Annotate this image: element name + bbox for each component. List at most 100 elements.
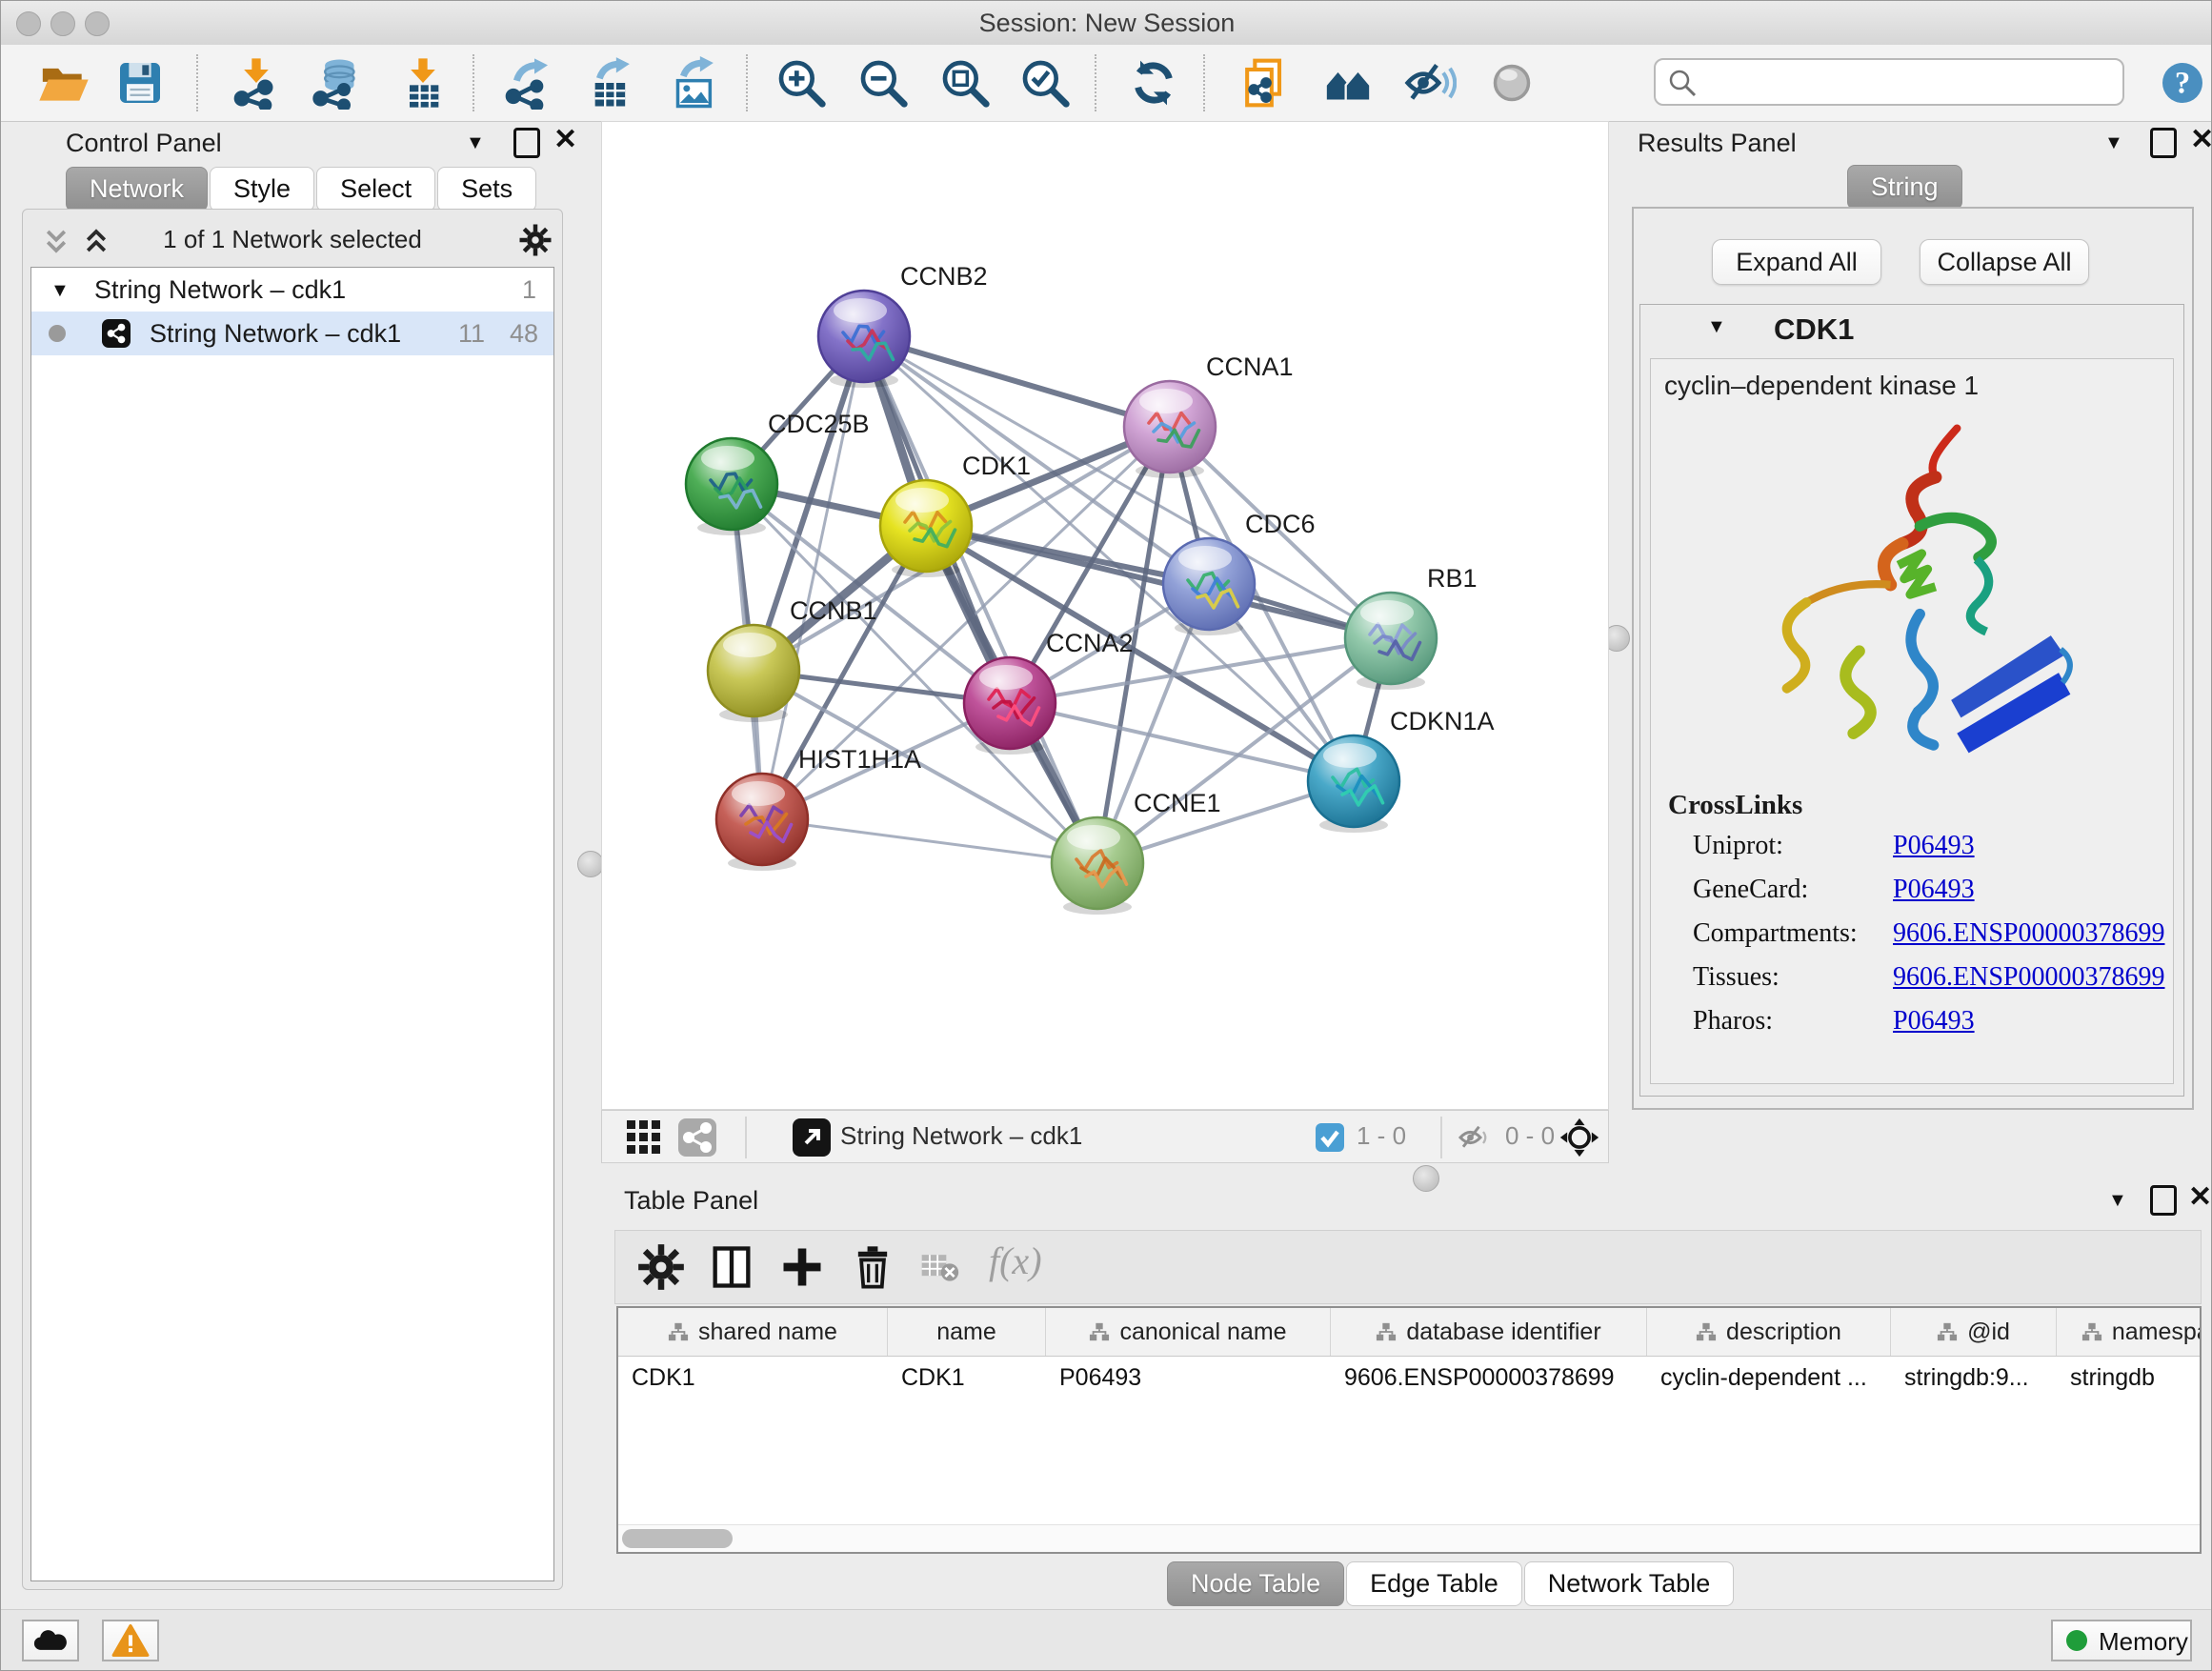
create-column-plus-icon[interactable] [777, 1242, 827, 1292]
left-splitter-handle[interactable] [577, 851, 604, 877]
scrollbar-thumb[interactable] [622, 1529, 733, 1548]
network-selection-status: 1 of 1 Network selected [23, 225, 562, 254]
table-cell[interactable]: 9606.ENSP00000378699 [1331, 1356, 1647, 1399]
import-network-file-button[interactable] [230, 56, 283, 110]
crosslink-link[interactable]: P06493 [1893, 831, 1975, 860]
fit-selected-crosshair-icon[interactable] [1558, 1117, 1600, 1158]
results-panel-close-button[interactable]: ✕ [2190, 128, 2212, 152]
memory-button[interactable]: Memory [2051, 1620, 2192, 1661]
table-cell[interactable]: cyclin-dependent ... [1647, 1356, 1891, 1399]
tab-select[interactable]: Select [316, 167, 435, 211]
selected-node-edge-count: 1 - 0 [1357, 1121, 1406, 1151]
control-panel-title: Control Panel [66, 129, 222, 158]
control-panel-close-button[interactable]: ✕ [553, 128, 577, 152]
results-panel-title: Results Panel [1638, 129, 1797, 158]
delete-column-trash-icon[interactable] [848, 1242, 897, 1292]
warning-status-button[interactable] [102, 1620, 159, 1661]
column-header-namespac[interactable]: namespac [2057, 1308, 2202, 1356]
table-cell[interactable]: stringdb:9... [1891, 1356, 2057, 1399]
network-tree-item-row[interactable]: String Network – cdk1 11 48 [31, 312, 553, 355]
tree-collapse-caret[interactable]: ▼ [50, 269, 70, 312]
results-panel-float-button[interactable] [2150, 128, 2177, 158]
export-image-button[interactable] [668, 56, 721, 110]
column-header-canonical-name[interactable]: canonical name [1046, 1308, 1331, 1356]
crosslink-link[interactable]: 9606.ENSP00000378699 [1893, 918, 2164, 948]
entry-collapse-caret[interactable]: ▼ [1707, 316, 1726, 338]
search-field[interactable] [1654, 58, 2124, 106]
tab-string[interactable]: String [1847, 165, 1962, 210]
hide-selected-button[interactable] [1403, 56, 1457, 110]
selected-checkbox-icon[interactable] [1315, 1122, 1345, 1153]
window-title: Session: New Session [1, 9, 2212, 38]
table-horizontal-scrollbar[interactable] [618, 1524, 2200, 1552]
delete-table-icon[interactable] [918, 1242, 960, 1292]
crosslink-link[interactable]: 9606.ENSP00000378699 [1893, 962, 2164, 992]
column-header-database-identifier[interactable]: database identifier [1331, 1308, 1647, 1356]
export-table-button[interactable] [584, 56, 637, 110]
table-cell[interactable]: CDK1 [618, 1356, 888, 1399]
import-table-file-button[interactable] [396, 56, 450, 110]
function-builder-icon[interactable]: f(x) [989, 1238, 1042, 1283]
network-view-share-icon[interactable] [678, 1118, 716, 1157]
crosslink-row: Uniprot:P06493 [1668, 831, 2164, 875]
table-cell[interactable]: P06493 [1046, 1356, 1331, 1399]
column-header--id[interactable]: @id [1891, 1308, 2057, 1356]
table-cell[interactable]: CDK1 [888, 1356, 1046, 1399]
gene-entry-header[interactable]: ▼ CDK1 [1640, 305, 2183, 354]
duplicate-network-button[interactable] [1239, 56, 1293, 110]
tab-edge-table[interactable]: Edge Table [1346, 1561, 1522, 1606]
network-graph[interactable]: CCNB2CCNA1CDC25BCDK1CDC6RB1CCNB1CCNA2CDK… [602, 122, 1610, 1111]
table-panel-close-button[interactable]: ✕ [2188, 1185, 2212, 1210]
crosslinks-section: CrossLinks Uniprot:P06493GeneCard:P06493… [1668, 790, 2164, 1050]
results-panel-menu-caret[interactable]: ▼ [2104, 132, 2123, 154]
column-header-name[interactable]: name [888, 1308, 1046, 1356]
birdseye-view-icon[interactable] [793, 1118, 831, 1157]
cloud-icon [31, 1625, 70, 1654]
crosslink-label: Compartments: [1668, 918, 1893, 949]
first-neighbors-button[interactable] [1321, 56, 1375, 110]
help-button[interactable]: ? [2156, 56, 2209, 110]
network-tree-root-row[interactable]: ▼ String Network – cdk1 1 [31, 268, 553, 312]
zoom-in-button[interactable] [774, 56, 828, 110]
node-label-CDC6: CDC6 [1245, 510, 1316, 538]
crosslink-link[interactable]: P06493 [1893, 1006, 1975, 1036]
expand-all-button[interactable]: Expand All [1712, 239, 1881, 285]
tab-style[interactable]: Style [210, 167, 314, 211]
tab-node-table[interactable]: Node Table [1167, 1561, 1344, 1606]
crosslink-link[interactable]: P06493 [1893, 875, 1975, 904]
save-session-button[interactable] [113, 56, 167, 110]
gene-description: cyclin–dependent kinase 1 [1664, 371, 1979, 401]
node-label-CCNB1: CCNB1 [790, 596, 877, 625]
open-session-button[interactable] [37, 56, 90, 110]
cloud-status-button[interactable] [22, 1620, 79, 1661]
table-panel-menu-caret[interactable]: ▼ [2108, 1190, 2127, 1212]
table-settings-gear-icon[interactable] [636, 1242, 686, 1292]
grid-view-icon[interactable] [625, 1118, 663, 1157]
show-columns-icon[interactable] [707, 1242, 756, 1292]
zoom-selected-button[interactable] [1018, 56, 1072, 110]
column-type-icon [2081, 1321, 2102, 1342]
control-panel-menu-caret[interactable]: ▼ [466, 132, 485, 154]
control-panel-float-button[interactable] [513, 128, 540, 158]
export-network-button[interactable] [501, 56, 554, 110]
search-input[interactable] [1705, 63, 2109, 99]
control-panel-tabs: NetworkStyleSelectSets [66, 167, 538, 211]
tab-network-table[interactable]: Network Table [1524, 1561, 1735, 1606]
zoom-out-button[interactable] [856, 56, 910, 110]
collapse-all-button[interactable]: Collapse All [1920, 239, 2089, 285]
table-cell[interactable]: stringdb [2057, 1356, 2202, 1399]
apply-layout-button[interactable] [1127, 56, 1180, 110]
network-view-canvas[interactable]: CCNB2CCNA1CDC25BCDK1CDC6RB1CCNB1CCNA2CDK… [601, 121, 1609, 1110]
tab-sets[interactable]: Sets [437, 167, 536, 211]
node-table[interactable]: shared namenamecanonical namedatabase id… [616, 1306, 2202, 1554]
crosslink-row: GeneCard:P06493 [1668, 875, 2164, 918]
import-network-database-button[interactable] [311, 56, 364, 110]
show-all-button[interactable] [1485, 56, 1538, 110]
column-header-shared-name[interactable]: shared name [618, 1308, 888, 1356]
tab-network[interactable]: Network [66, 167, 208, 211]
column-header-description[interactable]: description [1647, 1308, 1891, 1356]
network-view-title: String Network – cdk1 [840, 1121, 1082, 1151]
zoom-fit-button[interactable] [938, 56, 992, 110]
network-options-gear-icon[interactable] [518, 223, 553, 257]
table-panel-float-button[interactable] [2150, 1185, 2177, 1216]
